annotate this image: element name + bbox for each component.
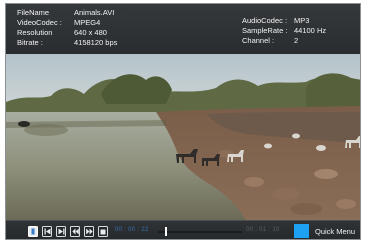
video-scene-illustration [6,54,360,220]
info-row-audiocodec: AudioCodec : MP3 [242,16,326,26]
info-key: SampleRate : [242,26,288,35]
media-info-panel: FileName Animals.AVI VideoCodec : MPEG4 … [6,4,360,54]
seek-bar[interactable] [158,227,242,236]
quick-menu-label[interactable]: Quick Menu [315,227,355,236]
info-value: 44100 Hz [294,26,327,35]
info-key: Bitrate : [17,38,43,47]
info-value: 4158120 bps [74,38,118,47]
info-row-samplerate: SampleRate : 44100 Hz [242,26,326,36]
skip-forward-icon [58,228,64,235]
info-key: AudioCodec : [242,16,288,25]
info-value: MPEG4 [74,18,101,27]
media-player-window: FileName Animals.AVI VideoCodec : MPEG4 … [5,3,361,240]
info-key: VideoCodec : [17,18,62,27]
rewind-button[interactable] [70,226,80,237]
info-key: Resolution [17,28,53,37]
rewind-icon [71,228,79,235]
fast-forward-icon [85,228,93,235]
video-frame[interactable] [6,54,360,220]
info-value: 640 x 480 [74,28,107,37]
info-value: 2 [294,36,299,45]
info-row-resolution: Resolution 640 x 480 [17,28,117,38]
info-row-bitrate: Bitrate : 4158120 bps [17,38,117,48]
stop-button[interactable] [98,226,108,237]
playback-control-bar: 00 : 00 : 22 00 : 01 : 10 Quick Menu [6,220,360,239]
seek-handle[interactable] [165,227,167,236]
video-info-group: FileName Animals.AVI VideoCodec : MPEG4 … [17,8,117,48]
info-row-channel: Channel : 2 [242,36,326,46]
info-key: FileName [17,8,50,17]
fast-forward-button[interactable] [84,226,94,237]
skip-back-icon [44,228,50,235]
info-value: MP3 [294,16,310,25]
previous-button[interactable] [42,226,52,237]
info-row-filename: FileName Animals.AVI [17,8,117,18]
current-time: 00 : 00 : 22 [115,227,149,233]
play-button[interactable] [28,226,38,237]
stop-icon [100,229,106,234]
quick-menu-icon[interactable] [294,224,309,238]
audio-info-group: AudioCodec : MP3 SampleRate : 44100 Hz C… [242,16,326,46]
total-time: 00 : 01 : 10 [246,227,280,233]
info-row-videocodec: VideoCodec : MPEG4 [17,18,117,28]
info-value: Animals.AVI [74,8,115,17]
info-key: Channel : [242,36,275,45]
play-icon [31,228,35,235]
next-button[interactable] [56,226,66,237]
